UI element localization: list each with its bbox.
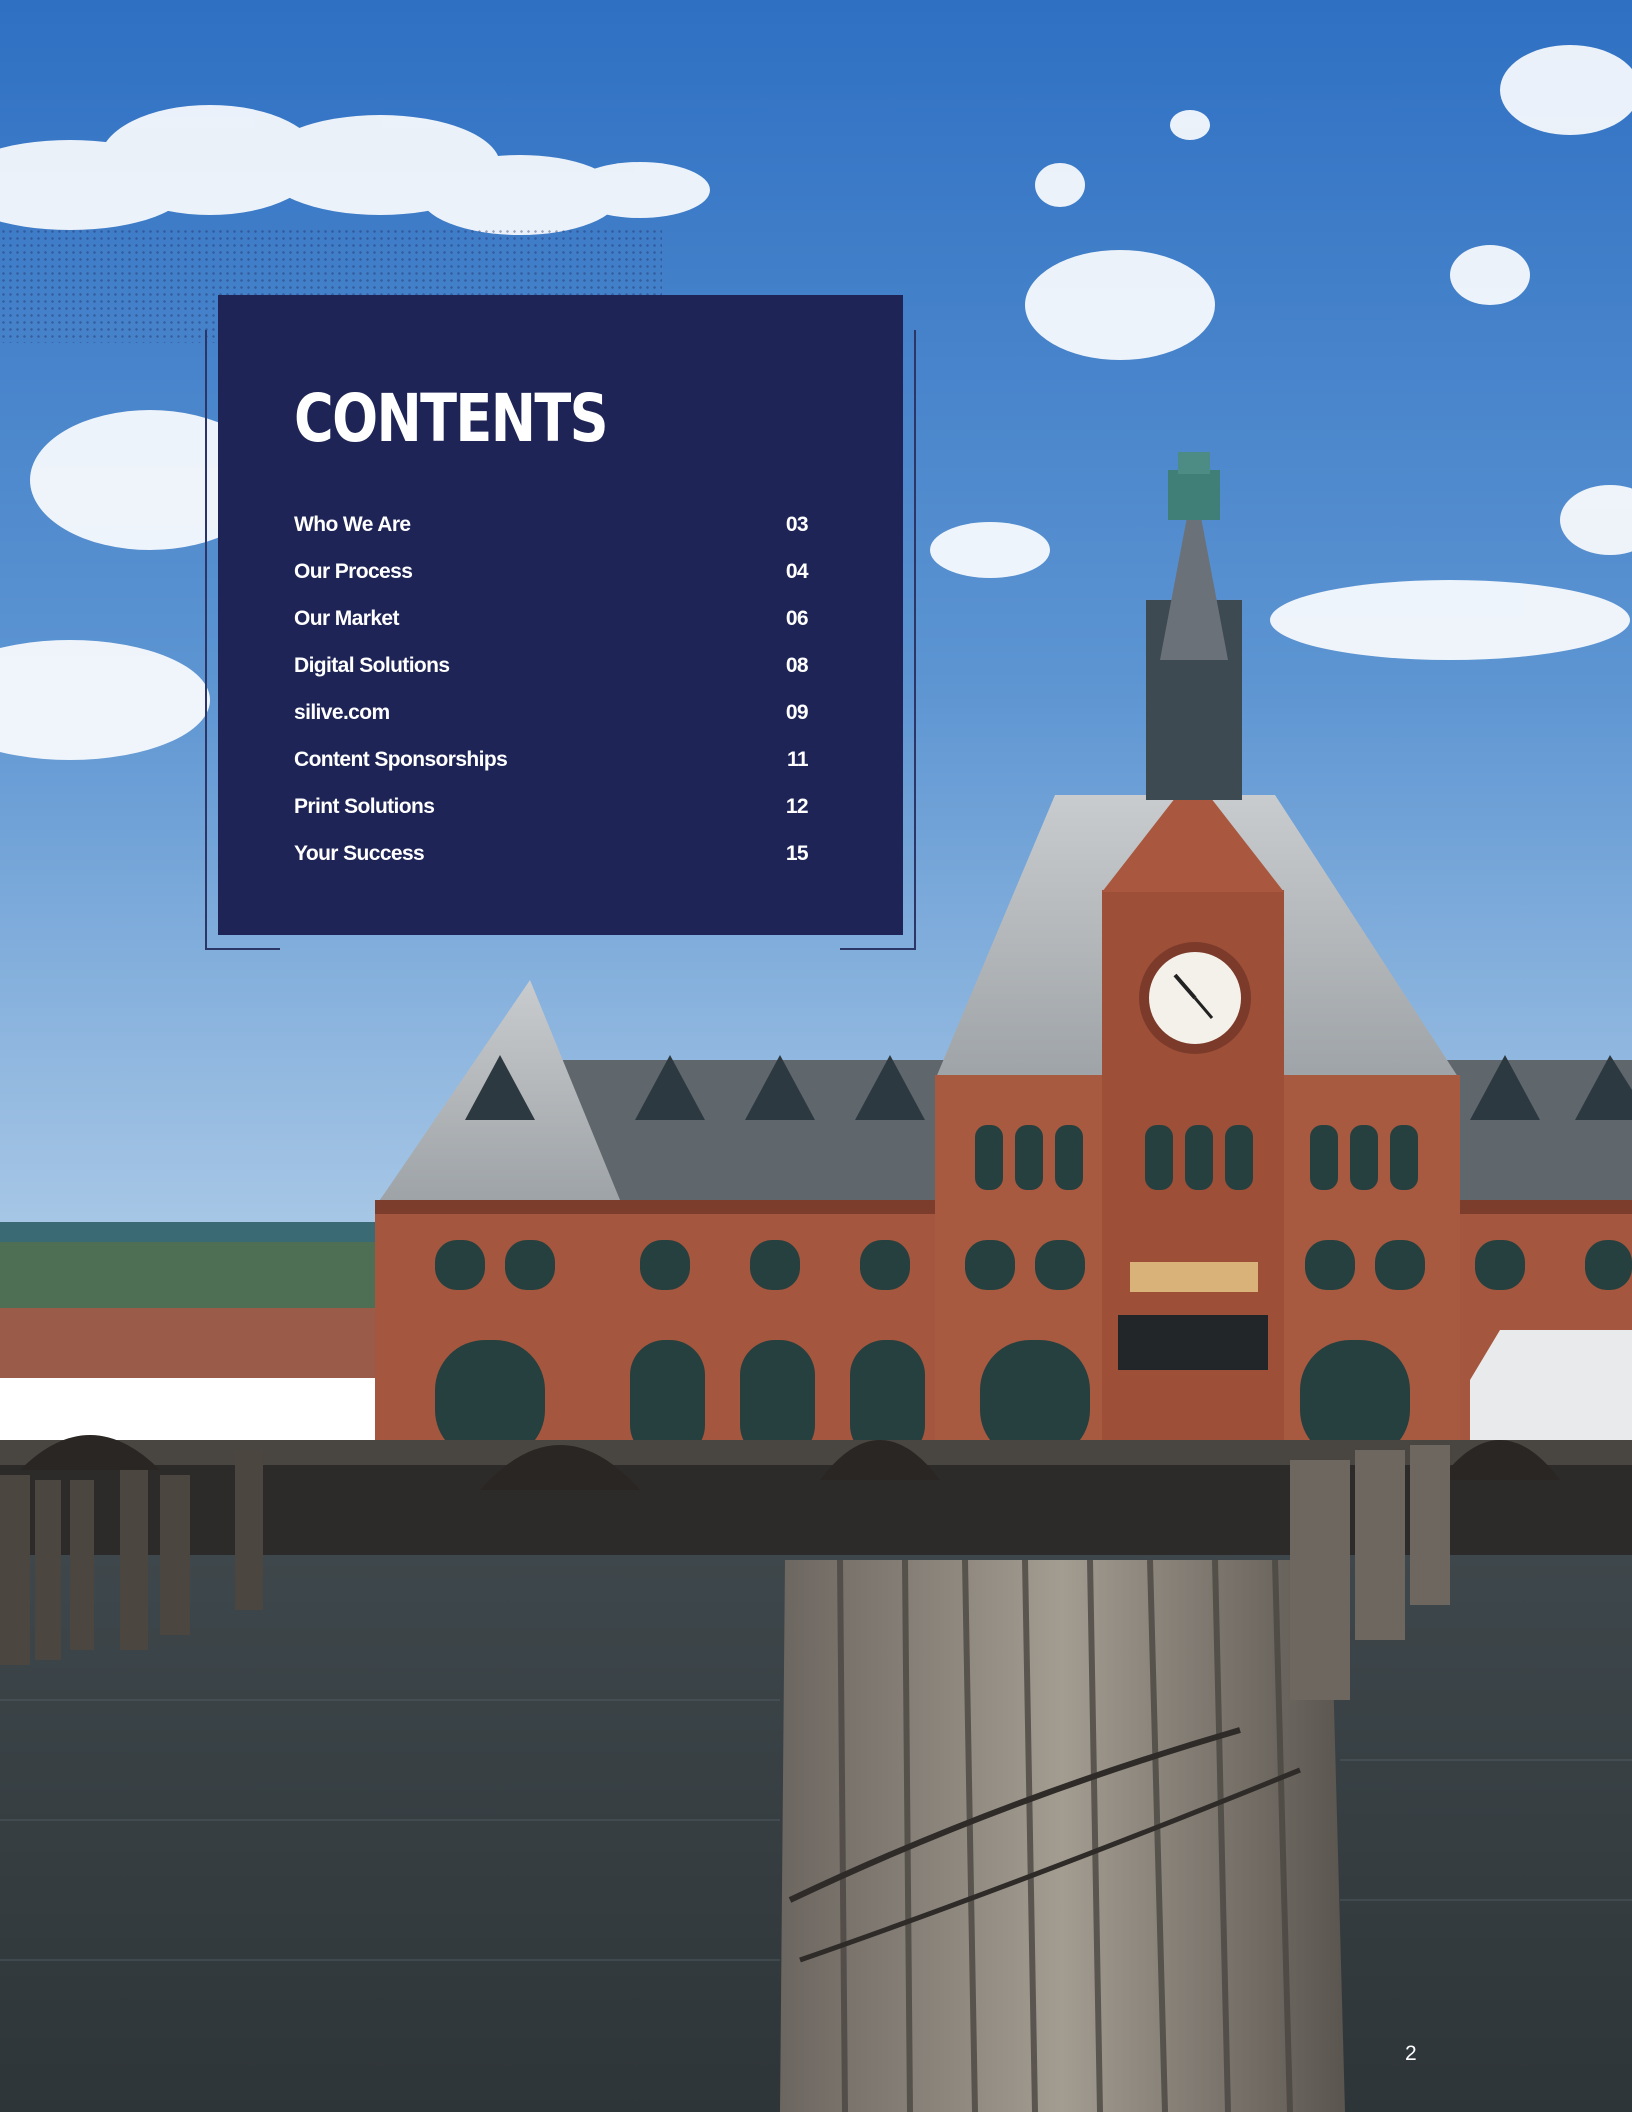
toc-item-digital-solutions[interactable]: Digital Solutions 08 [294,642,809,689]
toc-item-your-success[interactable]: Your Success 15 [294,830,809,877]
toc-item-who-we-are[interactable]: Who We Are 03 [294,501,809,548]
toc-item-page: 03 [785,512,809,536]
toc-item-page: 11 [787,747,809,771]
panel-frame-right [914,330,916,950]
panel-frame-bottom-left [205,948,280,950]
toc-item-our-process[interactable]: Our Process 04 [294,548,809,595]
toc-item-label: Print Solutions [294,794,435,818]
toc-item-page: 06 [785,606,809,630]
toc-item-page: 12 [785,794,809,818]
toc-item-label: Digital Solutions [294,653,450,677]
panel-frame-left [205,330,207,950]
toc-item-page: 09 [785,700,809,724]
toc-item-label: Content Sponsorships [294,747,508,771]
page-number: 2 [1405,2042,1417,2065]
toc-item-page: 04 [785,559,809,583]
toc-item-silive[interactable]: silive.com 09 [294,689,809,736]
toc-item-label: silive.com [294,700,390,724]
toc-item-page: 15 [785,841,809,865]
contents-title: CONTENTS [294,380,609,457]
page: CONTENTS Who We Are 03 Our Process 04 Ou… [0,0,1632,2112]
contents-panel: CONTENTS Who We Are 03 Our Process 04 Ou… [218,295,903,935]
toc-item-print-solutions[interactable]: Print Solutions 12 [294,783,809,830]
toc-item-our-market[interactable]: Our Market 06 [294,595,809,642]
panel-frame-bottom-right [840,948,916,950]
toc-item-label: Our Process [294,559,413,583]
toc-item-label: Our Market [294,606,399,630]
toc-item-label: Your Success [294,841,425,865]
toc-item-page: 08 [785,653,809,677]
toc-item-content-sponsorships[interactable]: Content Sponsorships 11 [294,736,809,783]
toc-item-label: Who We Are [294,512,411,536]
toc-list: Who We Are 03 Our Process 04 Our Market … [294,501,809,877]
